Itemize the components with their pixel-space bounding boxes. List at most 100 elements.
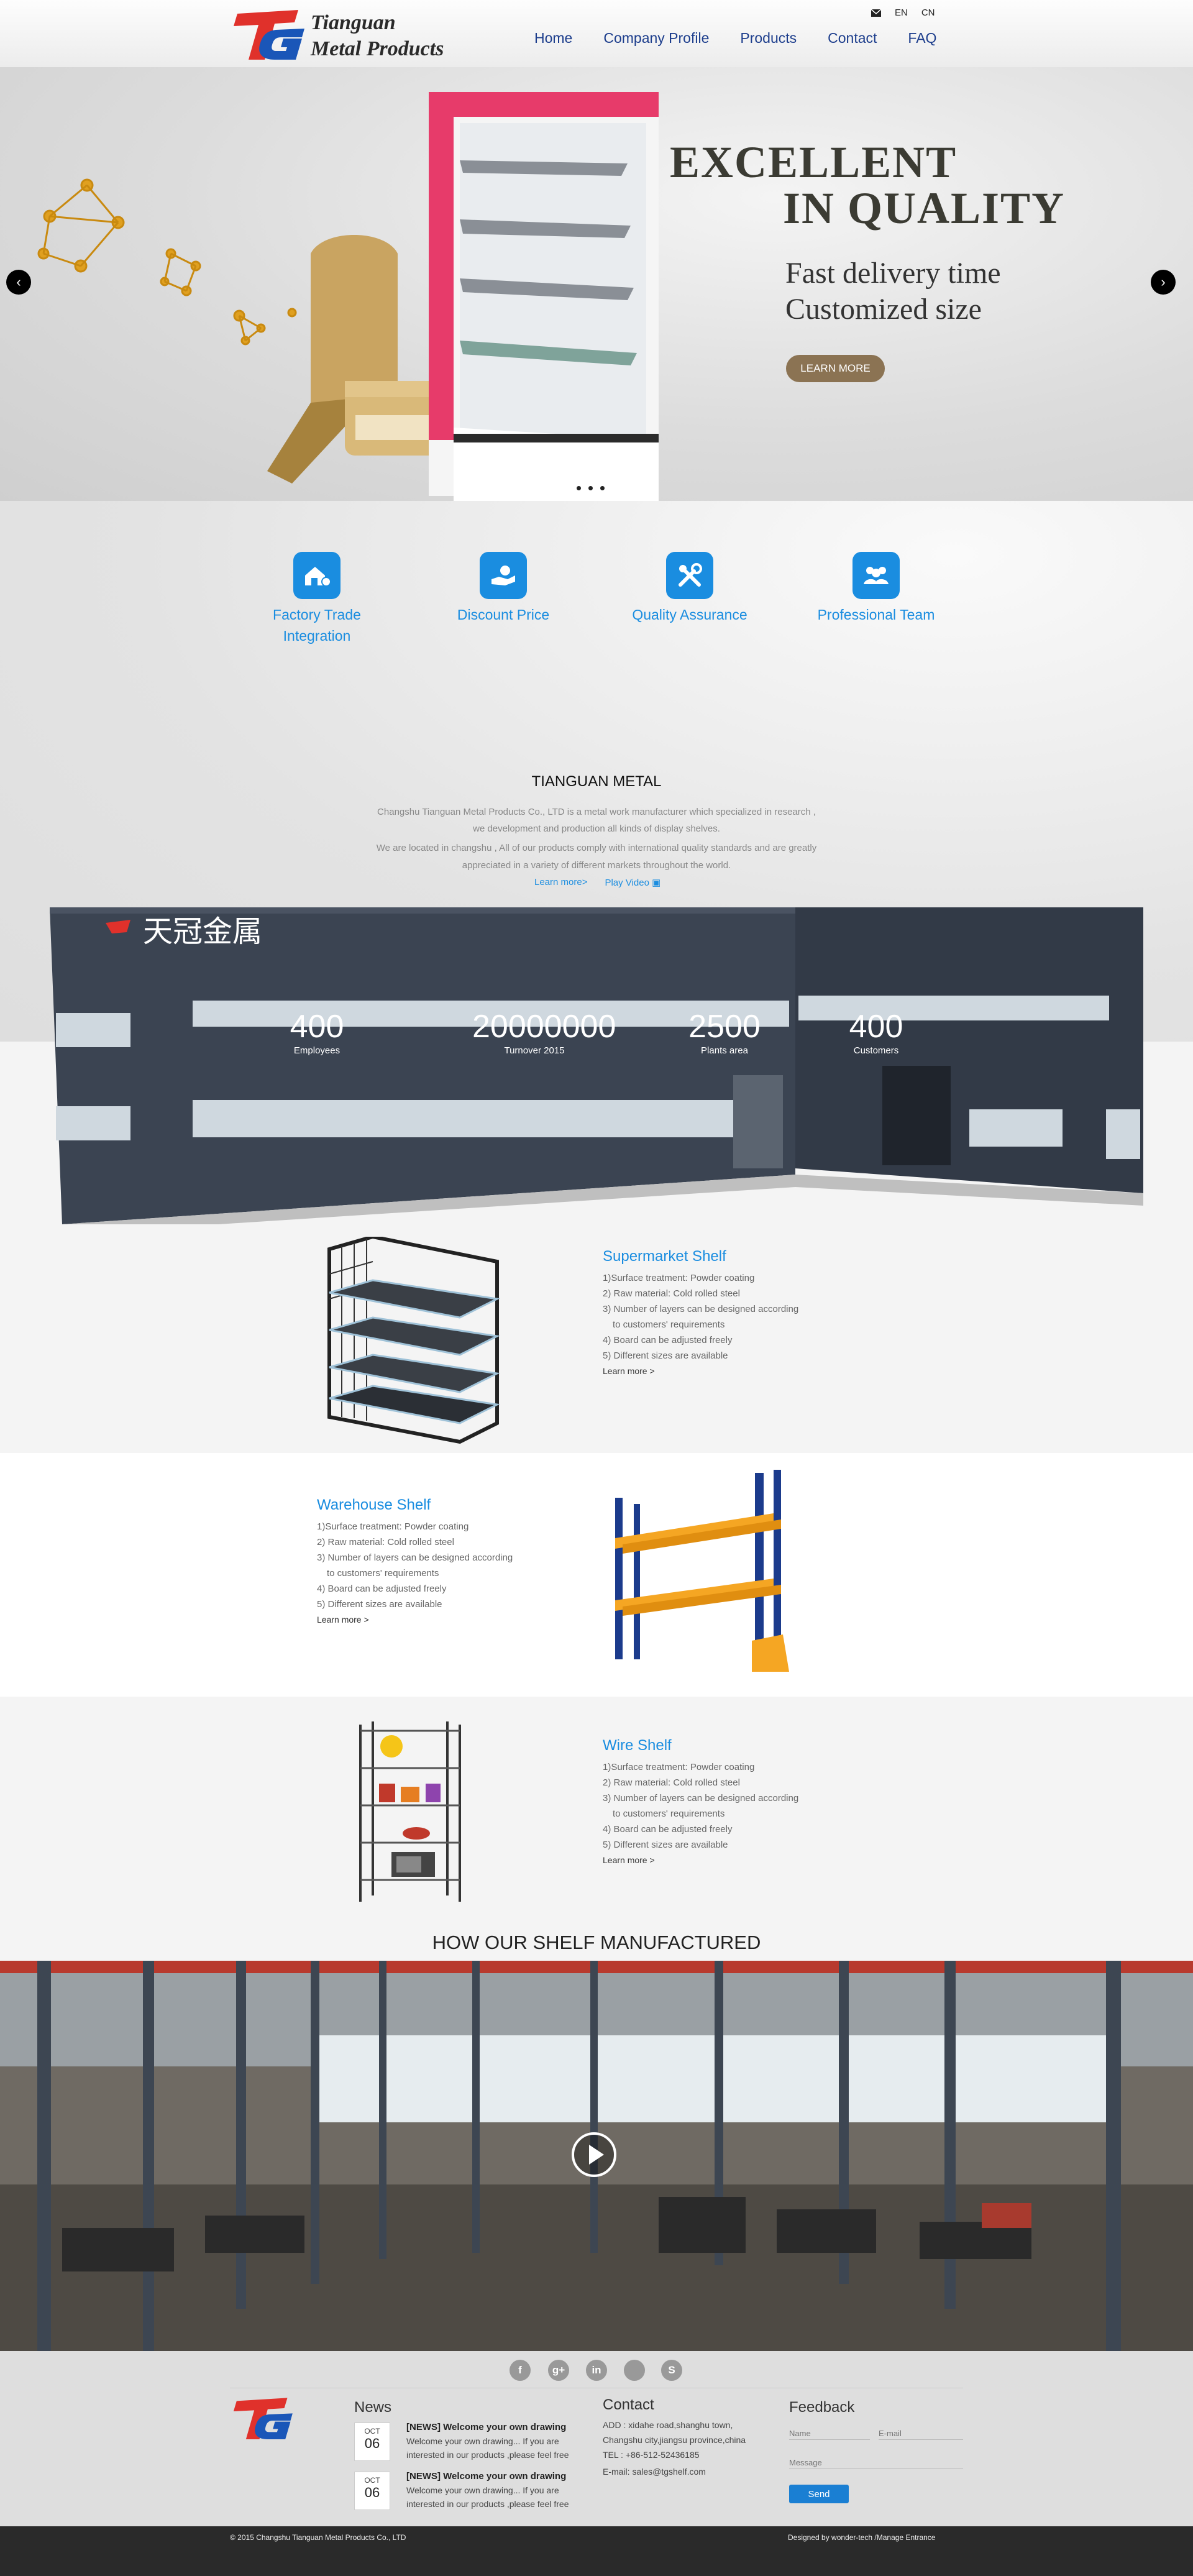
feedback-name-input[interactable] [789,2429,870,2440]
about-text-line: Changshu Tianguan Metal Products Co., LT… [377,807,816,817]
feature-label: Professional Team [817,607,935,623]
contact-email[interactable]: E-mail: sales@tgshelf.com [603,2467,706,2477]
news-date-box: OCT 06 [354,2472,390,2510]
logo-text-line2: Metal Products [311,37,444,60]
play-video-link[interactable]: Play Video ▣ [605,877,660,888]
product-title-supermarket[interactable]: Supermarket Shelf [603,1248,726,1265]
team-icon [852,552,900,599]
product-learn-more-supermarket[interactable]: Learn more > [603,1366,655,1376]
language-switcher: EN CN [871,7,935,18]
chevron-left-icon: ‹ [16,274,21,290]
about-learn-more-link[interactable]: Learn more> [534,877,587,888]
wire-shelf-image[interactable] [354,1718,466,1905]
news-title[interactable]: [NEWS] Welcome your own drawing [406,2422,566,2432]
warehouse-shelf-image[interactable] [603,1467,795,1678]
play-video-icon: ▣ [652,878,661,888]
product-features-warehouse: 1)Surface treatment: Powder coating 2) Ra… [317,1521,513,1610]
chevron-right-icon: › [1161,274,1166,290]
nav-products[interactable]: Products [740,30,797,47]
news-title[interactable]: [NEWS] Welcome your own drawing [406,2471,566,2482]
product-section-warehouse [0,1453,1193,1697]
stat-turnover: 20000000 Turnover 2015 [472,1009,616,1056]
feature-quality-assurance[interactable]: Quality Assurance [615,552,764,625]
lang-en-link[interactable]: EN [895,7,908,18]
logo-mark-icon [234,10,304,60]
play-icon [589,2145,604,2165]
feedback-heading: Feedback [789,2399,855,2416]
product-title-warehouse[interactable]: Warehouse Shelf [317,1497,431,1514]
nav-contact[interactable]: Contact [828,30,877,47]
nav-faq[interactable]: FAQ [908,30,936,47]
product-features-supermarket: 1)Surface treatment: Powder coating 2) Ra… [603,1273,799,1361]
footer-logo[interactable] [230,2396,298,2442]
news-excerpt: Welcome your own drawing... If you are i… [406,2485,569,2509]
copyright: © 2015 Changshu Tianguan Metal Products … [230,2533,406,2542]
hero-learn-more-button[interactable]: LEARN MORE [786,355,885,382]
video-section-title: HOW OUR SHELF MANUFACTURED [432,1932,761,1953]
about-text-line: We are located in changshu , All of our … [376,843,817,853]
product-features-wire: 1)Surface treatment: Powder coating 2) Ra… [603,1762,799,1850]
product-learn-more-wire[interactable]: Learn more > [603,1855,655,1865]
supermarket-shelf-image[interactable] [317,1237,503,1448]
slider-dot[interactable] [587,485,594,492]
factory-building-image: 天冠金属 [50,895,1143,1234]
factory-icon [293,552,341,599]
slider-dot[interactable] [599,485,606,492]
designed-by-link[interactable]: Designed by wonder-tech /Manage Entrance [788,2533,935,2542]
hero-title-line1: EXCELLENT [670,137,958,187]
lang-cn-link[interactable]: CN [921,7,935,18]
stat-customers: 400 Customers [849,1009,903,1056]
site-header: Tianguan Metal Products EN CN Home Compa… [0,0,1193,67]
linkedin-icon[interactable]: in [586,2360,607,2381]
main-nav: Home Company Profile Products Contact FA… [534,30,936,47]
slider-next-button[interactable]: › [1151,270,1176,295]
feature-professional-team[interactable]: Professional Team [802,552,951,625]
factory-sign: 天冠金属 [143,914,262,949]
contact-tel: TEL : +86-512-52436185 [603,2450,700,2460]
hero-slider: EXCELLENT IN QUALITY Fast delivery time … [0,67,1193,501]
news-excerpt: Welcome your own drawing... If you are i… [406,2436,569,2460]
mail-icon[interactable] [871,9,881,17]
slider-prev-button[interactable]: ‹ [6,270,31,295]
product-learn-more-warehouse[interactable]: Learn more > [317,1615,369,1625]
feature-label: Discount Price [457,607,550,623]
feedback-email-input[interactable] [879,2429,963,2440]
about-text-line: appreciated in a variety of different ma… [462,860,731,871]
about-text-line: we development and production all kinds … [473,823,720,834]
about-title: TIANGUAN METAL [531,773,662,790]
slider-dots [575,485,606,492]
social-link-placeholder[interactable] [624,2360,645,2381]
hero-illustration [37,92,659,501]
product-section-supermarket [0,1224,1193,1453]
news-date-box: OCT 06 [354,2422,390,2461]
slider-dot[interactable] [575,485,582,492]
about-links: Learn more> Play Video ▣ [534,877,660,888]
contact-address-line2: Changshu city,jiangsu province,china [603,2435,746,2445]
skype-icon[interactable]: S [661,2360,682,2381]
product-title-wire[interactable]: Wire Shelf [603,1737,672,1754]
google-plus-icon[interactable]: g+ [548,2360,569,2381]
feature-factory-trade[interactable]: Factory Trade Integration [242,552,391,646]
price-hand-icon [480,552,527,599]
feedback-send-button[interactable]: Send [789,2485,849,2503]
nav-home[interactable]: Home [534,30,572,47]
stat-employees: 400 Employees [290,1009,344,1056]
video-play-button[interactable] [572,2132,616,2177]
feedback-message-input[interactable] [789,2458,963,2469]
product-section-wire [0,1697,1193,1932]
feature-discount-price[interactable]: Discount Price [429,552,578,625]
feature-label: Factory Trade Integration [273,607,361,644]
contact-heading: Contact [603,2396,654,2413]
news-heading: News [354,2399,392,2416]
footer-bottom-bar [0,2526,1193,2576]
logo-text-line1: Tianguan [311,11,396,34]
hero-subtitle-line1: Fast delivery time [785,257,1001,290]
nav-company-profile[interactable]: Company Profile [603,30,709,47]
logo[interactable]: Tianguan Metal Products [230,7,460,63]
hero-subtitle-line2: Customized size [785,293,982,326]
contact-address-line1: ADD : xidahe road,shanghu town, [603,2420,733,2430]
facebook-icon[interactable]: f [510,2360,531,2381]
hero-title-line2: IN QUALITY [783,183,1066,233]
stat-plants-area: 2500 Plants area [688,1009,761,1056]
feature-label: Quality Assurance [632,607,747,623]
